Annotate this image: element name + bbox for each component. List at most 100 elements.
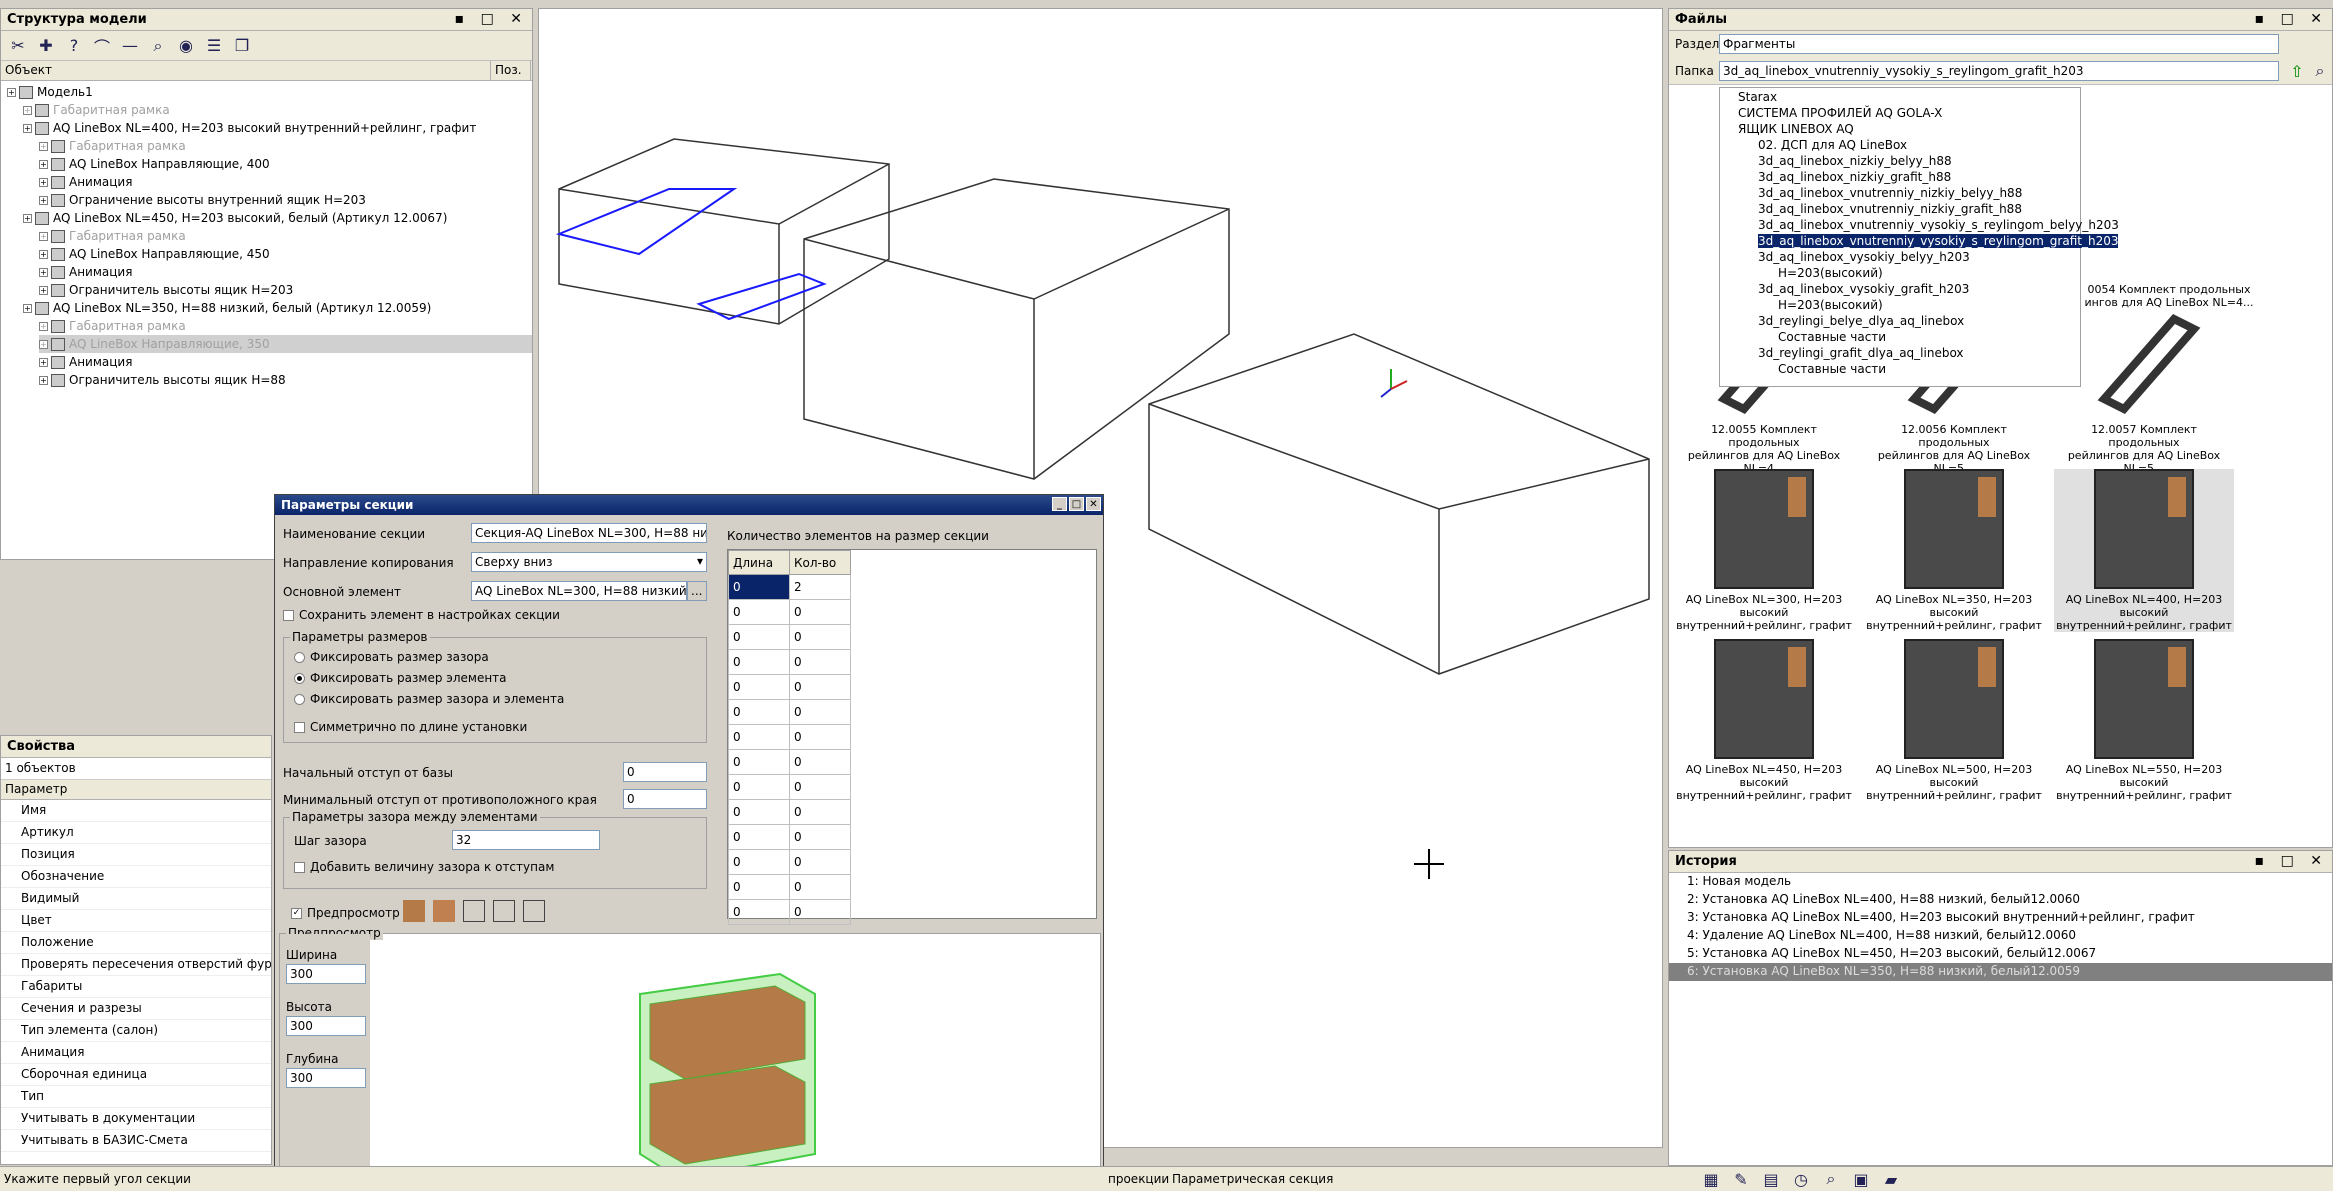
length-cell[interactable]: 0 [728, 674, 790, 700]
panel-window-buttons[interactable]: ▪ □ ✕ [455, 11, 528, 27]
history-item[interactable]: 6: Установка AQ LineBox NL=350, H=88 низ… [1669, 963, 2332, 981]
tree-item[interactable]: + AQ LineBox Направляющие, 450 [39, 245, 532, 263]
expand-icon[interactable]: + [23, 303, 32, 313]
grid-icon[interactable]: ▤ [1760, 1168, 1782, 1190]
folder-tree-item[interactable]: 3d_aq_linebox_vnutrenniy_vysokiy_s_reyli… [1724, 218, 2119, 234]
copy-direction-select[interactable]: Сверху вниз ▾ [471, 552, 707, 572]
property-row[interactable]: Габариты [1, 976, 271, 998]
count-cell[interactable]: 0 [789, 849, 851, 875]
expand-icon[interactable]: + [39, 141, 48, 151]
save-element-checkbox[interactable]: Сохранить элемент в настройках секции [283, 608, 560, 622]
edit-icon[interactable]: ✎ [1730, 1168, 1752, 1190]
find-icon[interactable]: ⌕ [147, 35, 169, 57]
fragment-thumbnail[interactable]: AQ LineBox NL=450, H=203 высокий внутренн… [1674, 639, 1854, 802]
fragment-thumbnail[interactable]: 12.0057 Комплект продольных рейлингов для… [2054, 299, 2234, 475]
tree-item[interactable]: + Анимация [39, 263, 532, 281]
length-cell[interactable]: 0 [728, 774, 790, 800]
table-row[interactable]: 00 [728, 774, 851, 800]
symmetric-checkbox[interactable]: Симметрично по длине установки [294, 720, 527, 734]
tree-item[interactable]: + Модель1 [7, 83, 532, 101]
property-row[interactable]: Цвет [1, 910, 271, 932]
tree-item[interactable]: + Габаритная рамка [23, 101, 532, 119]
object-count[interactable]: 1 объектов [1, 758, 271, 780]
property-row[interactable]: Видимый [1, 888, 271, 910]
base-element-input[interactable]: AQ LineBox NL=300, H=88 низкий, белый [471, 581, 687, 601]
tree-item[interactable]: + Габаритная рамка [39, 227, 532, 245]
clock-icon[interactable]: ◷ [1790, 1168, 1812, 1190]
table-row[interactable]: 00 [728, 699, 851, 725]
shaded-view-icon[interactable] [433, 900, 455, 922]
fix-gap-radio[interactable]: Фиксировать размер зазора [294, 650, 489, 664]
folder-tree-item[interactable]: H=203(высокий) [1724, 298, 2076, 314]
count-cell[interactable]: 0 [789, 799, 851, 825]
box-icon[interactable]: ▣ [1850, 1168, 1872, 1190]
count-cell[interactable]: 0 [789, 674, 851, 700]
list-icon[interactable]: ☰ [203, 35, 225, 57]
table-row[interactable]: 00 [728, 599, 851, 625]
property-row[interactable]: Учитывать в документации [1, 1108, 271, 1130]
length-cell[interactable]: 0 [728, 749, 790, 775]
count-cell[interactable]: 0 [789, 699, 851, 725]
folder-tree-item[interactable]: ЯЩИК LINEBOX AQ [1724, 122, 2076, 138]
col-count[interactable]: Кол-во [789, 550, 851, 575]
history-window-buttons[interactable]: ▪ □ ✕ [2255, 853, 2328, 869]
fragment-thumbnail[interactable]: AQ LineBox NL=550, H=203 высокий внутренн… [2054, 639, 2234, 802]
history-item[interactable]: 1: Новая модель [1669, 873, 2332, 891]
history-item[interactable]: 2: Установка AQ LineBox NL=400, H=88 низ… [1669, 891, 2332, 909]
folder-tree-item[interactable]: 3d_aq_linebox_nizkiy_belyy_h88 [1724, 154, 2076, 170]
length-cell[interactable]: 0 [728, 724, 790, 750]
folder-tree-item[interactable]: Составные части [1724, 330, 2076, 346]
maximize-button[interactable]: □ [1069, 497, 1084, 511]
expand-icon[interactable]: + [39, 177, 48, 187]
expand-icon[interactable]: + [39, 375, 48, 385]
count-cell[interactable]: 0 [789, 749, 851, 775]
folder-tree-item[interactable]: 02. ДСП для AQ LineBox [1724, 138, 2076, 154]
expand-icon[interactable]: + [39, 321, 48, 331]
tree-item[interactable]: + AQ LineBox Направляющие, 350 [39, 335, 532, 353]
help-icon[interactable]: ? [63, 35, 85, 57]
tree-item[interactable]: + AQ LineBox NL=450, H=203 высокий, белый… [23, 209, 532, 227]
tree-item[interactable]: + Ограничение высоты внутренний ящик H=20… [39, 191, 532, 209]
property-row[interactable]: Тип [1, 1086, 271, 1108]
table-row[interactable]: 00 [728, 849, 851, 875]
wire2-view-icon[interactable] [493, 900, 515, 922]
property-row[interactable]: Проверять пересечения отверстий фурнитур… [1, 954, 271, 976]
length-cell[interactable]: 0 [728, 874, 790, 900]
col-pos[interactable]: Поз. [491, 61, 531, 80]
expand-icon[interactable]: + [39, 267, 48, 277]
folder-tree-item[interactable]: 3d_aq_linebox_vnutrenniy_vysokiy_s_reyli… [1724, 234, 2119, 250]
expand-icon[interactable]: + [39, 195, 48, 205]
fragment-thumbnail[interactable]: AQ LineBox NL=300, H=203 высокий внутренн… [1674, 469, 1854, 632]
count-cell[interactable]: 0 [789, 724, 851, 750]
length-cell[interactable]: 0 [728, 799, 790, 825]
tree-item[interactable]: + Анимация [39, 173, 532, 191]
expand-icon[interactable]: + [39, 339, 48, 349]
fragment-thumbnail[interactable]: AQ LineBox NL=400, H=203 высокий внутренн… [2054, 469, 2234, 632]
depth-input[interactable]: 300 [286, 1068, 366, 1088]
property-row[interactable]: Артикул [1, 822, 271, 844]
table-row[interactable]: 00 [728, 749, 851, 775]
section-select[interactable]: Фрагменты [1719, 34, 2279, 54]
tools-icon[interactable]: ✂ [7, 35, 29, 57]
expand-icon[interactable]: + [39, 357, 48, 367]
length-cell[interactable]: 0 [728, 599, 790, 625]
delete-icon[interactable]: — [119, 35, 141, 57]
tree-item[interactable]: + AQ LineBox NL=350, H=88 низкий, белый (… [23, 299, 532, 317]
length-cell[interactable]: 0 [728, 624, 790, 650]
add-icon[interactable]: ✚ [35, 35, 57, 57]
table-row[interactable]: 00 [728, 674, 851, 700]
wire-view-icon[interactable] [463, 900, 485, 922]
folder-tree-item[interactable]: 3d_reylingi_grafit_dlya_aq_linebox [1724, 346, 2076, 362]
property-row[interactable]: Сборочная единица [1, 1064, 271, 1086]
folder-tree-item[interactable]: 3d_aq_linebox_vysokiy_grafit_h203 [1724, 282, 2076, 298]
folder-tree-item[interactable]: 3d_aq_linebox_vnutrenniy_nizkiy_grafit_h… [1724, 202, 2076, 218]
length-cell[interactable]: 0 [728, 574, 790, 600]
folder-tree-item[interactable]: H=203(высокий) [1724, 266, 2076, 282]
width-input[interactable]: 300 [286, 964, 366, 984]
table-row[interactable]: 00 [728, 874, 851, 900]
eye-icon[interactable]: ◉ [175, 35, 197, 57]
expand-icon[interactable]: + [23, 213, 32, 223]
folder-tree-item[interactable]: 3d_aq_linebox_vnutrenniy_nizkiy_belyy_h8… [1724, 186, 2076, 202]
expand-icon[interactable]: + [39, 285, 48, 295]
expand-icon[interactable]: + [39, 249, 48, 259]
